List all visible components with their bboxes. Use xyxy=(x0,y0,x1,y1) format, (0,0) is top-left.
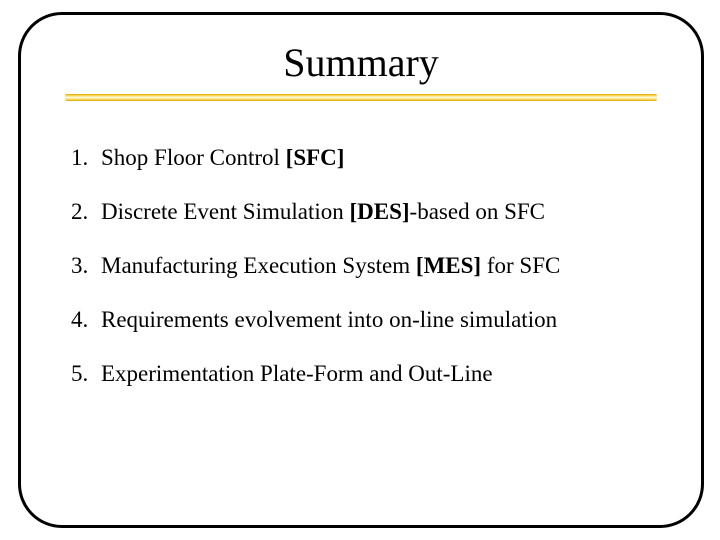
item-text-bold: [MES] xyxy=(416,253,481,278)
item-text-bold: [DES] xyxy=(349,199,409,224)
title-underline xyxy=(65,94,657,101)
item-text-pre: Shop Floor Control xyxy=(101,145,286,170)
item-text-pre: Manufacturing Execution System xyxy=(101,253,416,278)
item-text-post: for SFC xyxy=(481,253,560,278)
list-item: Experimentation Plate-Form and Out-Line xyxy=(71,361,657,387)
summary-list: Shop Floor Control [SFC] Discrete Event … xyxy=(65,145,657,387)
list-item: Requirements evolvement into on-line sim… xyxy=(71,307,657,333)
slide-frame: Summary Shop Floor Control [SFC] Discret… xyxy=(18,12,704,528)
item-text-pre: Requirements evolvement into on-line sim… xyxy=(101,307,557,332)
item-text-pre: Discrete Event Simulation xyxy=(101,199,349,224)
item-text-pre: Experimentation Plate-Form and Out-Line xyxy=(101,361,493,386)
slide-title: Summary xyxy=(65,39,657,86)
list-item: Shop Floor Control [SFC] xyxy=(71,145,657,171)
list-item: Discrete Event Simulation [DES]-based on… xyxy=(71,199,657,225)
title-block: Summary xyxy=(65,39,657,101)
item-text-bold: [SFC] xyxy=(286,145,345,170)
item-text-post: -based on SFC xyxy=(410,199,545,224)
list-item: Manufacturing Execution System [MES] for… xyxy=(71,253,657,279)
